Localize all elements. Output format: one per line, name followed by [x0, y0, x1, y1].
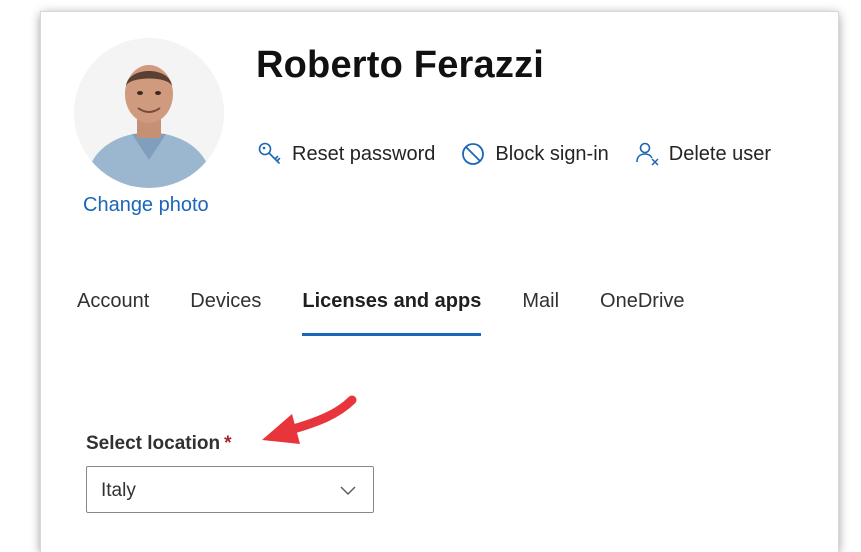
- chevron-down-icon: [339, 483, 357, 501]
- location-value: Italy: [101, 480, 136, 501]
- block-sign-in-button[interactable]: Block sign-in: [459, 140, 609, 168]
- key-icon: [256, 140, 284, 168]
- block-sign-in-label: Block sign-in: [495, 142, 609, 165]
- reset-password-button[interactable]: Reset password: [256, 140, 435, 168]
- user-actions-toolbar: Reset password Block sign-in Delete user: [256, 140, 771, 168]
- annotation-arrow: [262, 395, 357, 444]
- reset-password-label: Reset password: [292, 142, 436, 165]
- tab-devices[interactable]: Devices: [190, 290, 261, 321]
- page-title: Roberto Ferazzi: [256, 44, 545, 86]
- location-dropdown[interactable]: Italy: [86, 466, 374, 513]
- user-tabs: Account Devices Licenses and apps Mail O…: [77, 290, 726, 336]
- select-location-label-text: Select location: [86, 433, 221, 454]
- required-marker: *: [224, 433, 232, 454]
- tab-account[interactable]: Account: [77, 290, 149, 321]
- delete-user-button[interactable]: Delete user: [633, 140, 771, 168]
- delete-user-label: Delete user: [668, 142, 772, 165]
- avatar: [74, 38, 224, 188]
- tab-mail[interactable]: Mail: [522, 290, 559, 321]
- block-icon: [459, 140, 487, 168]
- tab-onedrive[interactable]: OneDrive: [600, 290, 684, 321]
- profile-photo: [74, 38, 224, 188]
- tab-licenses-and-apps[interactable]: Licenses and apps: [302, 290, 481, 336]
- select-location-label: Select location *: [86, 433, 232, 455]
- change-photo-link[interactable]: Change photo: [83, 194, 209, 217]
- delete-user-icon: [633, 140, 661, 168]
